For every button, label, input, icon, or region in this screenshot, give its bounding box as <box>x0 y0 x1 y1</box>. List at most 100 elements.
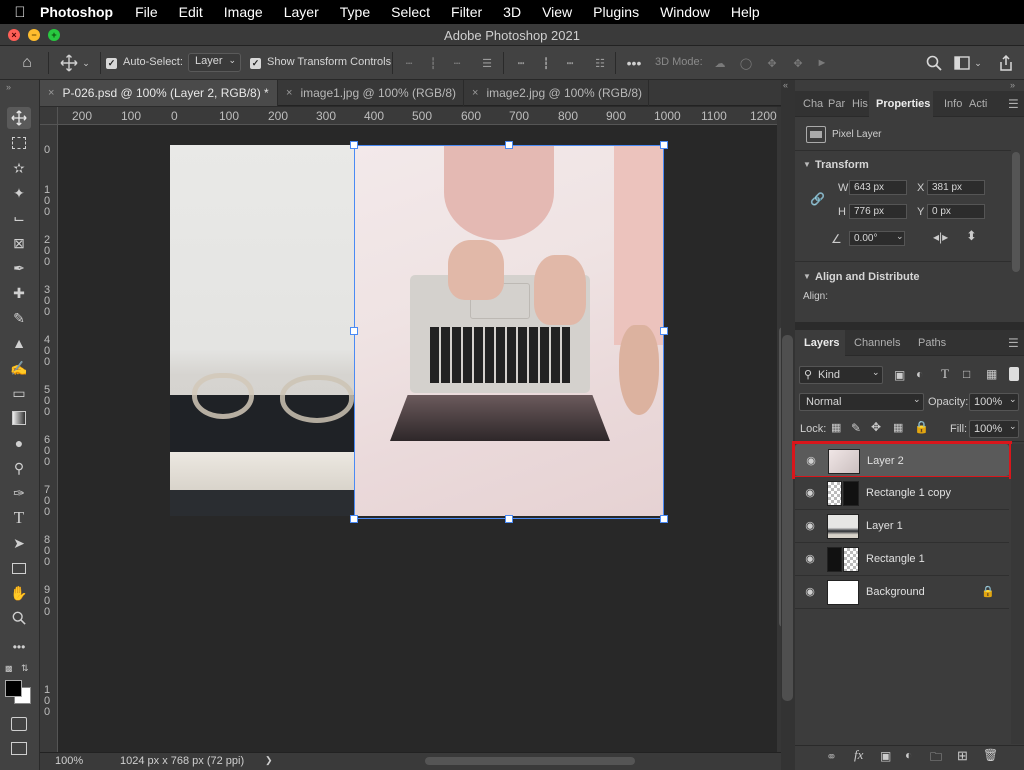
filter-kind-dropdown[interactable]: ⚲ Kind ⌄ <box>799 366 883 384</box>
rectangle-tool[interactable] <box>7 557 31 579</box>
menu-image[interactable]: Image <box>224 4 263 20</box>
layer-row-rectangle-1[interactable]: ◉ Rectangle 1 <box>795 543 1009 576</box>
layer-name[interactable]: Rectangle 1 <box>866 553 925 565</box>
hand-tool[interactable]: ✋ <box>7 582 31 604</box>
show-transform-checkbox[interactable]: ✓ <box>250 57 261 69</box>
transform-handle-top-right[interactable] <box>660 141 668 149</box>
history-brush-tool[interactable]: ✍ <box>7 357 31 379</box>
opacity-input[interactable]: 100% ⌄ <box>969 393 1019 411</box>
type-tool[interactable]: T <box>7 507 31 529</box>
fx-icon[interactable]: fx <box>854 747 863 763</box>
tab-channels[interactable]: Channels <box>854 330 900 356</box>
layer-row-background[interactable]: ◉ Background 🔒 <box>795 576 1009 609</box>
auto-select-dropdown[interactable]: Layer ⌄ <box>188 53 241 72</box>
blur-tool[interactable]: ● <box>7 432 31 454</box>
transform-handle-left[interactable] <box>350 327 358 335</box>
chevron-down-icon[interactable]: ⌄ <box>896 231 904 242</box>
menu-view[interactable]: View <box>542 4 572 20</box>
menu-edit[interactable]: Edit <box>179 4 203 20</box>
3d-pan-icon[interactable]: ✥ <box>762 46 782 80</box>
screen-mode-icon[interactable] <box>11 742 27 755</box>
3d-slide-icon[interactable]: ✥ <box>788 46 808 80</box>
eye-icon[interactable]: ◉ <box>803 519 817 533</box>
canvas-scrollbar-horizontal[interactable] <box>425 757 635 765</box>
3d-camera-icon[interactable]: ► <box>812 46 832 80</box>
layers-scroll-track[interactable] <box>1011 444 1024 744</box>
move-tool[interactable] <box>7 107 31 129</box>
dodge-tool[interactable]: ⚲ <box>7 457 31 479</box>
zoom-tool[interactable] <box>7 607 31 629</box>
tab-paragraph[interactable]: Par <box>828 91 845 117</box>
healing-brush-tool[interactable]: ✚ <box>7 282 31 304</box>
align-left-icon[interactable]: ┄ <box>400 46 418 80</box>
collapse-tools-icon[interactable]: » <box>6 82 11 92</box>
status-menu-arrow[interactable]: ❯ <box>265 755 273 766</box>
close-icon[interactable]: × <box>48 87 54 99</box>
distribute-icon[interactable]: ☰ <box>478 46 496 80</box>
gradient-tool[interactable] <box>7 407 31 429</box>
filter-shape-icon[interactable]: □ <box>963 367 970 381</box>
transform-handle-bottom[interactable] <box>505 515 513 523</box>
crop-tool[interactable]: ⌙ <box>7 207 31 229</box>
lasso-tool[interactable]: ✫ <box>7 157 31 179</box>
lock-pixels-icon[interactable]: ✎ <box>851 421 861 435</box>
new-layer-icon[interactable]: ⊞ <box>957 748 968 764</box>
expand-panels-icon[interactable]: » <box>1010 80 1015 90</box>
home-icon[interactable]: ⌂ <box>14 46 40 80</box>
apple-icon[interactable]:  <box>0 4 40 21</box>
layer-name[interactable]: Background <box>866 586 925 598</box>
tab-layers[interactable]: Layers <box>804 330 839 356</box>
menu-window[interactable]: Window <box>660 4 710 20</box>
eraser-tool[interactable]: ▭ <box>7 382 31 404</box>
tab-image2[interactable]: × image2.jpg @ 100% (RGB/8) <box>463 80 649 106</box>
tab-p-026[interactable]: × P-026.psd @ 100% (Layer 2, RGB/8) * <box>40 80 277 106</box>
layer-row-rectangle-1-copy[interactable]: ◉ Rectangle 1 copy <box>795 477 1009 510</box>
clone-stamp-tool[interactable]: ▲ <box>7 332 31 354</box>
transform-bounding-box[interactable] <box>354 145 664 519</box>
lock-position-icon[interactable]: ✥ <box>871 420 881 434</box>
x-input[interactable]: 381 px <box>927 180 985 195</box>
swap-colors-icon[interactable]: ⇅ <box>21 663 29 674</box>
transform-handle-top[interactable] <box>505 141 513 149</box>
search-icon[interactable] <box>924 46 944 80</box>
align-right-icon[interactable]: ┄ <box>448 46 466 80</box>
chevron-down-icon[interactable]: ▼ <box>803 160 811 169</box>
align-bottom-icon[interactable]: ┅ <box>561 46 579 80</box>
collapse-panels-icon[interactable]: « <box>783 80 788 90</box>
new-group-icon[interactable]: 🗀 <box>930 748 942 769</box>
lock-all-icon[interactable]: 🔒 <box>914 420 929 434</box>
filter-toggle[interactable] <box>1009 367 1019 381</box>
ruler-horizontal[interactable]: 200 100 0 100 200 300 400 500 600 700 80… <box>58 107 777 125</box>
blend-mode-dropdown[interactable]: Normal ⌄ <box>799 393 924 411</box>
menu-select[interactable]: Select <box>391 4 430 20</box>
adjustment-layer-icon[interactable]: ◐ <box>905 748 912 762</box>
canvas-area[interactable] <box>58 125 777 752</box>
filter-smart-object-icon[interactable]: ▦ <box>986 367 997 381</box>
flip-vertical-icon[interactable]: ⬍ <box>966 228 977 244</box>
more-options-icon[interactable]: ••• <box>624 46 644 80</box>
filter-type-icon[interactable]: T <box>941 366 949 382</box>
link-icon[interactable]: 🔗 <box>810 192 825 206</box>
chevron-down-icon[interactable]: ⌄ <box>972 46 984 80</box>
fill-input[interactable]: 100% ⌄ <box>969 420 1019 438</box>
menu-app-photoshop[interactable]: Photoshop <box>40 4 113 20</box>
chevron-down-icon[interactable]: ⌄ <box>80 46 92 80</box>
width-input[interactable]: 643 px <box>849 180 907 195</box>
filter-pixel-icon[interactable]: ▣ <box>894 368 905 382</box>
menu-layer[interactable]: Layer <box>284 4 319 20</box>
move-tool-preset-button[interactable] <box>56 46 82 80</box>
magic-wand-tool[interactable]: ✦ <box>7 182 31 204</box>
transform-handle-bottom-left[interactable] <box>350 515 358 523</box>
properties-scrollbar[interactable] <box>1012 152 1020 272</box>
menu-filter[interactable]: Filter <box>451 4 482 20</box>
flip-horizontal-icon[interactable]: ◂|▸ <box>933 230 948 244</box>
frame-tool[interactable]: ⊠ <box>7 232 31 254</box>
align-center-icon[interactable]: ┆ <box>424 46 442 80</box>
delete-layer-icon[interactable]: 🗑 <box>983 748 998 762</box>
align-middle-icon[interactable]: ┇ <box>537 46 555 80</box>
menu-file[interactable]: File <box>135 4 158 20</box>
layer-name[interactable]: Layer 1 <box>866 520 903 532</box>
add-mask-icon[interactable]: ▣ <box>880 749 891 763</box>
align-top-icon[interactable]: ┅ <box>512 46 530 80</box>
lock-transparency-icon[interactable]: ▦ <box>831 421 841 434</box>
